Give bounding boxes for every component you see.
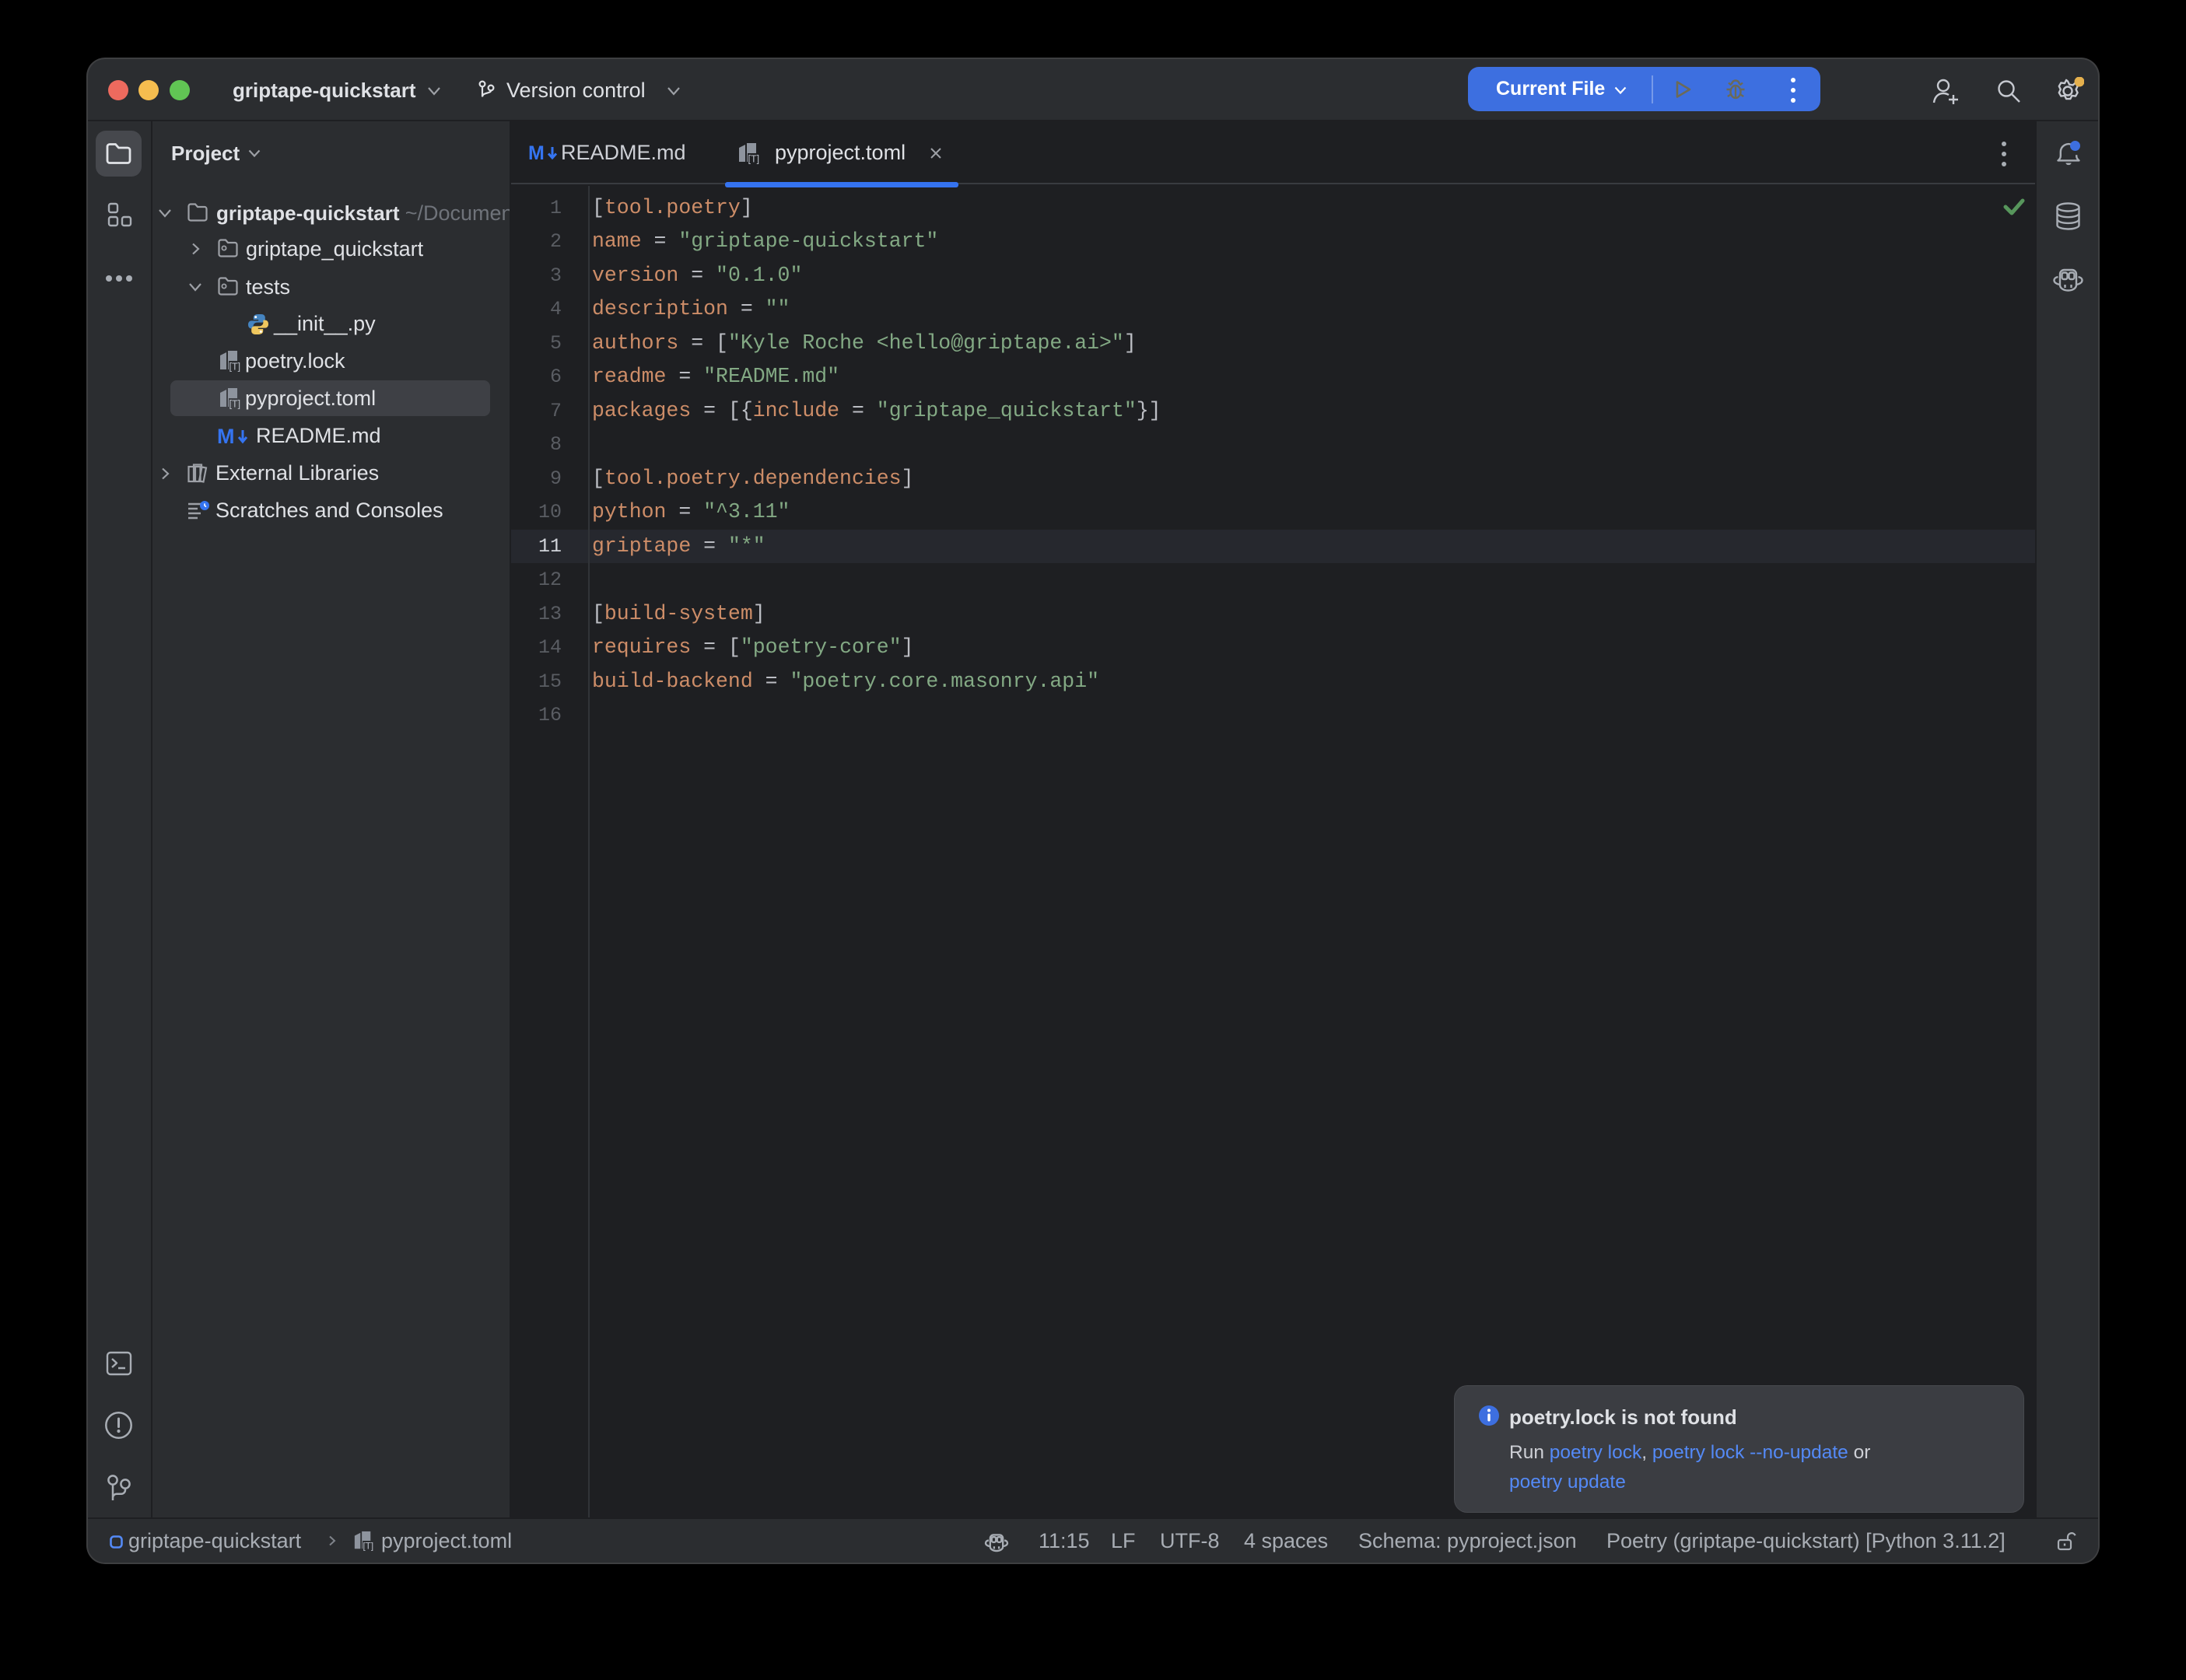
svg-text:M: M bbox=[528, 142, 545, 164]
svg-text:M: M bbox=[217, 425, 235, 448]
svg-text:[T]: [T] bbox=[748, 154, 760, 165]
svg-text:[T]: [T] bbox=[229, 399, 241, 410]
svg-text:[T]: [T] bbox=[363, 1542, 373, 1552]
svg-text:[T]: [T] bbox=[229, 362, 241, 373]
